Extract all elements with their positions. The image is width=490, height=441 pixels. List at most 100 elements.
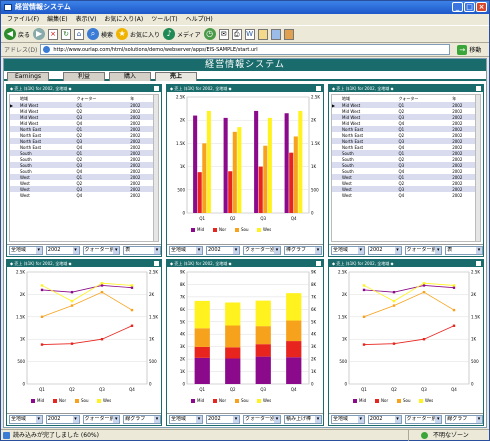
view-select[interactable]: 表 (445, 246, 483, 255)
legend-swatch-sou (397, 399, 401, 403)
year-select[interactable]: 2002 (367, 415, 402, 424)
view-select[interactable]: 積み上げ棒 (284, 415, 322, 424)
panel-minimize-icon[interactable] (316, 86, 321, 91)
legend-label-sou: Sou (403, 398, 411, 403)
panel-minimize-icon[interactable] (154, 86, 159, 91)
ie-icon (4, 4, 12, 11)
panel-minimize-icon[interactable] (154, 261, 159, 266)
view-select[interactable]: 線グラフ (123, 415, 161, 424)
panel-title: ◆ 売上 ($1K) for 2002, 全地域 ◆ (332, 261, 394, 266)
region-select[interactable]: 全地域 (331, 415, 365, 424)
table-row[interactable]: West Q4 2002 (10, 192, 158, 198)
vertical-scrollbar[interactable] (475, 95, 480, 241)
quarter-select[interactable]: クォーター別 (243, 415, 281, 424)
y-tick-label-right: 1K (311, 164, 317, 169)
menu-bar: ファイル(F) 編集(E) 表示(V) お気に入り(A) ツール(T) ヘルプ(… (1, 14, 489, 25)
back-button[interactable]: ◀ 戻る (4, 27, 30, 42)
home-icon[interactable]: ⌂ (74, 28, 85, 40)
point-mid (422, 284, 426, 287)
y-tick-label-right: 1K (149, 337, 155, 342)
point-nor (392, 342, 396, 345)
close-button[interactable]: × (476, 2, 487, 12)
panel-minimize-icon[interactable] (316, 261, 321, 266)
column-header-quarter[interactable]: クォーター (396, 95, 451, 102)
year-select[interactable]: 2002 (45, 246, 80, 255)
region-select[interactable]: 全地域 (169, 415, 203, 424)
media-button[interactable]: ♪ メディア (163, 27, 201, 42)
y-tick-label-right: 2K (471, 292, 477, 297)
discuss-icon[interactable] (257, 28, 268, 40)
menu-view[interactable]: 表示(V) (73, 14, 100, 25)
legend-swatch-wes (97, 399, 101, 403)
year-select[interactable]: 2002 (206, 246, 240, 255)
maximize-button[interactable]: □ (464, 2, 475, 12)
stack-segment-mid (286, 357, 302, 384)
quarter-select[interactable]: クォーター別 (404, 415, 443, 424)
minimize-button[interactable]: _ (452, 2, 463, 12)
menu-edit[interactable]: 編集(E) (44, 14, 70, 25)
y-tick-label-right: 8K (311, 282, 317, 287)
y-tick-label: 2K (180, 118, 186, 123)
address-input[interactable]: http://www.ourlap.com/html/solutions/dem… (40, 44, 451, 55)
point-mid (70, 290, 74, 294)
data-grid[interactable]: 地域 クォーター 年 ▶ Mid West Q1 2002 Mid West Q2 2002… (9, 94, 159, 242)
year-select[interactable]: 2002 (45, 415, 80, 424)
research-icon[interactable] (283, 28, 294, 40)
x-tick-label: Q1 (199, 216, 205, 221)
favorites-button[interactable]: ★ お気に入り (116, 27, 160, 42)
point-sou (362, 315, 366, 318)
legend-label-sou: Sou (81, 398, 89, 403)
table-row[interactable]: West Q4 2002 (332, 192, 480, 198)
vertical-scrollbar[interactable] (153, 95, 158, 241)
search-button[interactable]: ⌕ 検索 (87, 27, 113, 42)
menu-help[interactable]: ヘルプ(H) (183, 14, 216, 25)
x-tick-label: Q3 (99, 387, 105, 392)
tab-sales[interactable]: 売上 (155, 72, 197, 81)
quarter-select[interactable]: クォーター別 (243, 246, 281, 255)
refresh-icon[interactable]: ↻ (61, 28, 72, 40)
messenger-icon[interactable] (270, 28, 281, 40)
edit-icon[interactable]: W (244, 28, 255, 40)
region-select[interactable]: 全地域 (169, 246, 203, 255)
quarter-select[interactable]: クォーター別 (82, 246, 121, 255)
region-select[interactable]: 全地域 (9, 415, 43, 424)
panel-minimize-icon[interactable] (476, 261, 481, 266)
region-select[interactable]: 全地域 (9, 246, 43, 255)
region-select[interactable]: 全地域 (331, 246, 365, 255)
mail-icon[interactable]: ✉ (218, 28, 229, 40)
y-tick-label: 0 (182, 211, 185, 216)
forward-arrow-icon[interactable]: ▶ (33, 28, 46, 40)
go-button[interactable]: → 移動 (457, 44, 481, 55)
quarter-select[interactable]: クォーター別 (404, 246, 443, 255)
history-icon[interactable]: ◷ (203, 28, 216, 40)
tab-purchase[interactable]: 購入 (109, 72, 151, 81)
menu-file[interactable]: ファイル(F) (4, 14, 42, 25)
panel-minimize-icon[interactable] (476, 86, 481, 91)
year-select[interactable]: 2002 (367, 246, 402, 255)
column-header-region[interactable]: 地域 (340, 95, 397, 102)
view-select[interactable]: 線グラフ (445, 415, 483, 424)
y-tick-label-right: 500 (149, 359, 157, 364)
y-tick-label-right: 0 (311, 382, 314, 387)
year-select[interactable]: 2002 (206, 415, 240, 424)
x-tick-label: Q3 (260, 387, 266, 392)
point-wes (422, 282, 426, 285)
stack-segment-wes (286, 293, 302, 321)
view-select[interactable]: 表 (123, 246, 161, 255)
print-icon[interactable]: ⎙ (231, 28, 242, 40)
data-grid[interactable]: 地域 クォーター 年 ▶ Mid West Q1 2002 Mid West Q2 2002… (331, 94, 481, 242)
menu-tools[interactable]: ツール(T) (148, 14, 180, 25)
tab-earnings[interactable]: Earnings (7, 72, 49, 81)
y-tick-label-right: 7K (311, 294, 317, 299)
column-header-quarter[interactable]: クォーター (74, 95, 129, 102)
column-header-region[interactable]: 地域 (18, 95, 75, 102)
page-content: 経営情報システム Earnings 利益 購入 売上 ◆ 売上 ($1K) fo… (3, 58, 487, 428)
stack-segment-nor (255, 344, 271, 357)
menu-favorites[interactable]: お気に入り(A) (101, 14, 146, 25)
quarter-select[interactable]: クォーター別 (82, 415, 121, 424)
view-select[interactable]: 棒グラフ (284, 246, 322, 255)
stop-icon[interactable]: × (48, 28, 59, 40)
legend-label-sou: Sou (241, 398, 249, 403)
tab-profit[interactable]: 利益 (63, 72, 105, 81)
y-tick-label-right: 2K (311, 118, 317, 123)
